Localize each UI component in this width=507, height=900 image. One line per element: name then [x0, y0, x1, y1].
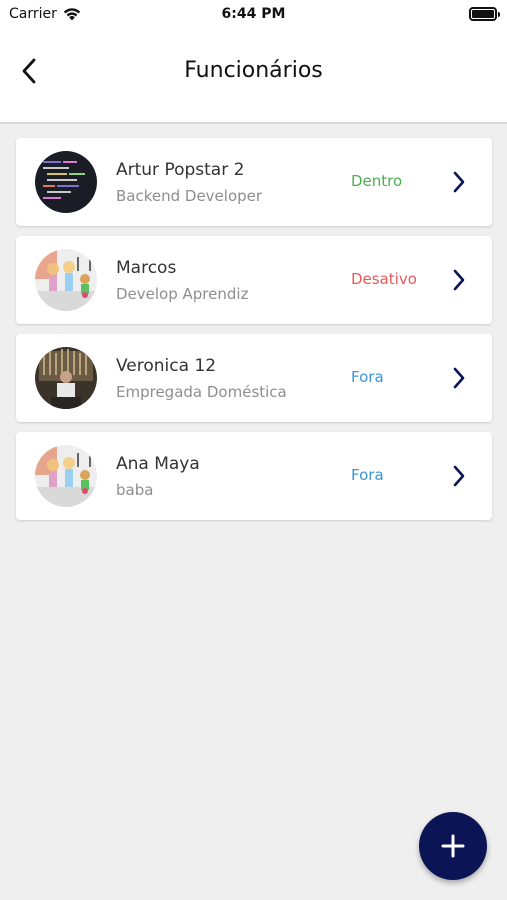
add-employee-button[interactable]	[419, 812, 487, 880]
nav-bar: Funcionários	[0, 30, 507, 124]
employee-card[interactable]: Artur Popstar 2 Backend Developer Dentro	[16, 138, 492, 226]
avatar	[35, 249, 97, 311]
employee-role: baba	[116, 481, 154, 499]
employee-card[interactable]: Veronica 12 Empregada Doméstica Fora	[16, 334, 492, 422]
employee-card[interactable]: Ana Maya baba Fora	[16, 432, 492, 520]
chevron-right-icon[interactable]	[452, 464, 466, 488]
chevron-right-icon[interactable]	[452, 366, 466, 390]
status-badge: Fora	[351, 466, 384, 484]
plus-icon	[441, 834, 465, 858]
chevron-right-icon[interactable]	[452, 170, 466, 194]
clock: 6:44 PM	[221, 6, 286, 22]
employee-role: Empregada Doméstica	[116, 383, 287, 401]
avatar	[35, 151, 97, 213]
battery-icon	[469, 7, 500, 21]
employee-list: Artur Popstar 2 Backend Developer Dentro	[16, 138, 492, 530]
chevron-right-icon[interactable]	[452, 268, 466, 292]
employee-name: Ana Maya	[116, 454, 200, 474]
employee-role: Develop Aprendiz	[116, 285, 249, 303]
employee-name: Artur Popstar 2	[116, 160, 245, 180]
employee-name: Marcos	[116, 258, 177, 278]
status-bar: Carrier 6:44 PM	[0, 0, 507, 30]
employee-role: Backend Developer	[116, 187, 263, 205]
page-title: Funcionários	[184, 58, 323, 83]
employee-card[interactable]: Marcos Develop Aprendiz Desativo	[16, 236, 492, 324]
status-badge: Desativo	[351, 270, 417, 288]
avatar	[35, 445, 97, 507]
status-badge: Fora	[351, 368, 384, 386]
employee-name: Veronica 12	[116, 356, 217, 376]
avatar	[35, 347, 97, 409]
status-badge: Dentro	[351, 172, 403, 190]
